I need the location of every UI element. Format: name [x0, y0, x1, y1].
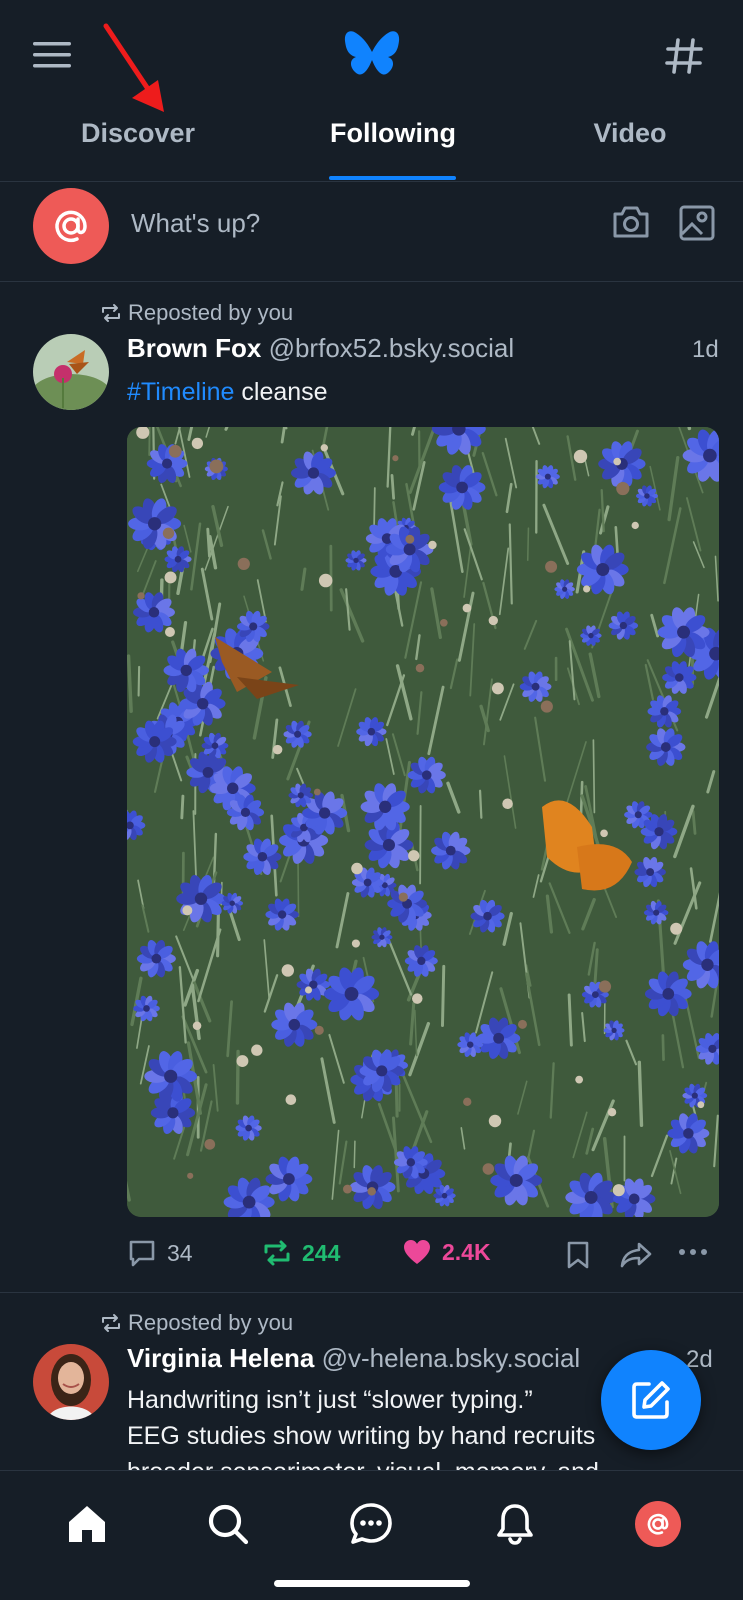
home-icon — [69, 1506, 105, 1542]
repost-indicator[interactable]: Reposted by you — [100, 1310, 293, 1336]
tab-discover[interactable]: Discover — [78, 118, 198, 149]
author-handle[interactable]: @v-helena.bsky.social — [322, 1343, 581, 1373]
composer-avatar[interactable] — [33, 188, 109, 264]
repost-label: Reposted by you — [128, 300, 294, 325]
post-text: Handwriting isn’t just “slower typing.” … — [127, 1382, 599, 1470]
search-icon — [208, 1504, 249, 1545]
author-handle[interactable]: @brfox52.bsky.social — [269, 333, 515, 363]
avatar[interactable] — [33, 1344, 109, 1420]
bell-icon — [497, 1504, 533, 1545]
author-name[interactable]: Brown Fox — [127, 333, 261, 363]
repost-label: Reposted by you — [128, 1310, 294, 1335]
top-header: Discover Following Video — [0, 0, 743, 182]
share-icon[interactable] — [619, 1240, 653, 1270]
heart-icon — [404, 1240, 430, 1264]
avatar[interactable] — [33, 334, 109, 410]
reply-icon — [129, 1240, 155, 1267]
post-text-line: EEG studies show writing by hand recruit… — [127, 1422, 596, 1450]
composer-placeholder[interactable]: What's up? — [131, 208, 260, 239]
nav-profile[interactable] — [633, 1499, 683, 1549]
post-image[interactable] — [127, 427, 719, 1217]
post-text-line: broader sensorimotor, visual, memory, an… — [127, 1454, 599, 1470]
compose-post-button[interactable] — [601, 1350, 701, 1450]
more-options-icon[interactable] — [678, 1246, 708, 1258]
tab-video[interactable]: Video — [588, 118, 672, 149]
butterfly-logo-icon — [344, 31, 400, 75]
post-text: #Timeline cleanse — [127, 374, 328, 410]
hashtag-link[interactable]: #Timeline — [127, 378, 234, 406]
home-indicator — [274, 1580, 470, 1587]
at-sign-icon — [647, 1513, 669, 1535]
repost-button[interactable]: 244 — [262, 1238, 340, 1268]
like-count: 2.4K — [442, 1238, 491, 1265]
nav-chat[interactable] — [346, 1499, 396, 1549]
chat-icon — [350, 1503, 392, 1544]
hash-icon[interactable] — [664, 36, 704, 76]
compose-icon — [632, 1381, 670, 1419]
author-name[interactable]: Virginia Helena — [127, 1343, 314, 1373]
repost-small-icon — [102, 1314, 120, 1332]
repost-indicator[interactable]: Reposted by you — [100, 300, 293, 326]
tab-following[interactable]: Following — [322, 118, 464, 149]
active-tab-indicator — [329, 176, 456, 180]
reply-count: 34 — [167, 1239, 193, 1266]
bookmark-icon[interactable] — [565, 1240, 591, 1270]
flower-field-photo — [127, 427, 719, 1217]
post-time: 1d — [692, 336, 719, 363]
repost-count: 244 — [302, 1239, 341, 1266]
camera-icon[interactable] — [611, 204, 651, 240]
post-text-body: cleanse — [234, 378, 328, 406]
repost-small-icon — [102, 304, 120, 322]
at-sign-icon — [55, 210, 87, 243]
repost-icon — [264, 1240, 290, 1266]
nav-search[interactable] — [203, 1499, 253, 1549]
avatar — [635, 1501, 681, 1547]
nav-notifications[interactable] — [490, 1499, 540, 1549]
red-annotation-arrow-icon — [103, 23, 164, 112]
nav-home[interactable] — [62, 1499, 112, 1549]
image-icon[interactable] — [678, 204, 716, 242]
post-text-line: Handwriting isn’t just “slower typing.” — [127, 1386, 533, 1414]
reply-button[interactable]: 34 — [127, 1238, 193, 1268]
like-button[interactable]: 2.4K — [402, 1238, 491, 1266]
menu-icon[interactable] — [33, 40, 73, 70]
